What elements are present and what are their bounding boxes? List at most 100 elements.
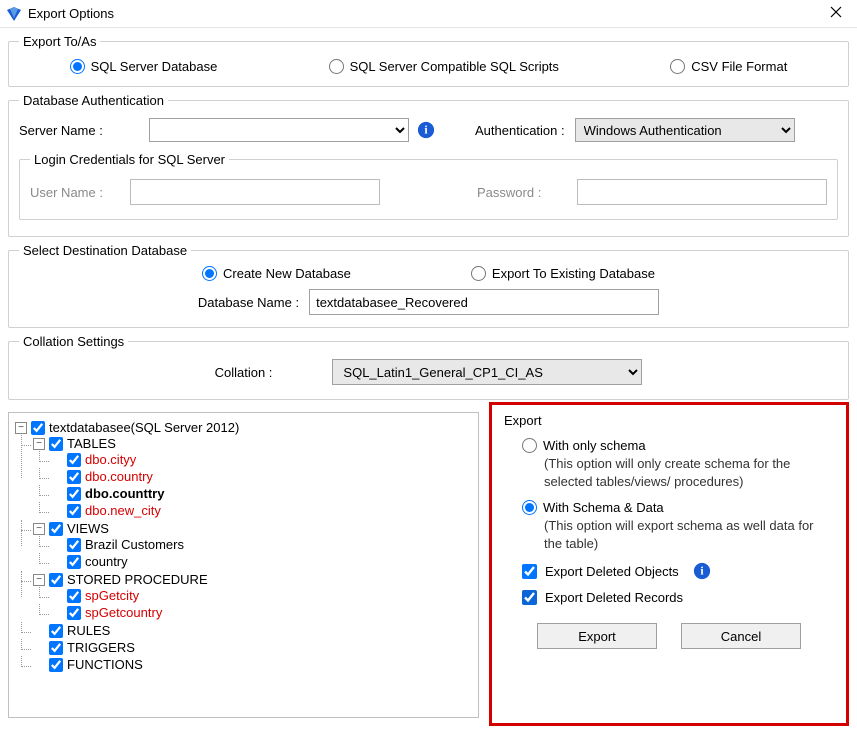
radio-schema-only[interactable]: With only schema [522, 438, 834, 453]
tree-sp-item[interactable]: spGetcity [51, 588, 474, 603]
export-panel: Export With only schema (This option wil… [489, 402, 849, 726]
radio-scripts[interactable]: SQL Server Compatible SQL Scripts [329, 59, 559, 74]
tree-item-checkbox[interactable] [67, 504, 81, 518]
authentication-group: Database Authentication Server Name : i … [8, 93, 849, 237]
radio-sql-server-input[interactable] [70, 59, 85, 74]
radio-create-new-db-label: Create New Database [223, 266, 351, 281]
tree-root-node[interactable]: − textdatabasee(SQL Server 2012) [15, 420, 474, 435]
info-icon[interactable]: i [693, 562, 711, 580]
tree-item-label: dbo.new_city [85, 503, 161, 518]
radio-csv[interactable]: CSV File Format [670, 59, 787, 74]
radio-schema-data-label: With Schema & Data [543, 500, 664, 515]
tree-item-checkbox[interactable] [67, 453, 81, 467]
tree-item-label: spGetcity [85, 588, 139, 603]
database-tree[interactable]: − textdatabasee(SQL Server 2012) − TABLE… [8, 412, 479, 718]
tree-rules-checkbox[interactable] [49, 624, 63, 638]
tree-views-node[interactable]: − VIEWS [33, 521, 474, 536]
tree-sp-checkbox[interactable] [49, 573, 63, 587]
login-credentials-group: Login Credentials for SQL Server User Na… [19, 152, 838, 220]
schema-only-desc: (This option will only create schema for… [544, 455, 834, 490]
radio-csv-input[interactable] [670, 59, 685, 74]
radio-create-new-db-input[interactable] [202, 266, 217, 281]
close-button[interactable] [821, 5, 851, 22]
database-name-label: Database Name : [198, 295, 299, 310]
info-icon[interactable]: i [417, 121, 435, 139]
password-label: Password : [477, 185, 577, 200]
tree-item-checkbox[interactable] [67, 589, 81, 603]
titlebar: Export Options [0, 0, 857, 28]
tree-item-label: dbo.cityy [85, 452, 136, 467]
authentication-combo[interactable]: Windows Authentication [575, 118, 795, 142]
radio-create-new-db[interactable]: Create New Database [202, 266, 351, 281]
tree-item-checkbox[interactable] [67, 555, 81, 569]
radio-scripts-input[interactable] [329, 59, 344, 74]
collapse-icon[interactable]: − [33, 523, 45, 535]
radio-existing-db-input[interactable] [471, 266, 486, 281]
tree-rules-label: RULES [67, 623, 110, 638]
tree-view-item[interactable]: country [51, 554, 474, 569]
collapse-icon[interactable]: − [15, 422, 27, 434]
tree-functions-node[interactable]: FUNCTIONS [33, 657, 474, 672]
tree-functions-checkbox[interactable] [49, 658, 63, 672]
tree-sp-item[interactable]: spGetcountry [51, 605, 474, 620]
radio-schema-data[interactable]: With Schema & Data [522, 500, 834, 515]
radio-scripts-label: SQL Server Compatible SQL Scripts [350, 59, 559, 74]
export-button[interactable]: Export [537, 623, 657, 649]
radio-schema-only-input[interactable] [522, 438, 537, 453]
destination-legend: Select Destination Database [19, 243, 191, 258]
tree-item-checkbox[interactable] [67, 538, 81, 552]
tree-view-item[interactable]: Brazil Customers [51, 537, 474, 552]
radio-schema-data-input[interactable] [522, 500, 537, 515]
username-label: User Name : [30, 185, 130, 200]
tree-rules-node[interactable]: RULES [33, 623, 474, 638]
tree-triggers-node[interactable]: TRIGGERS [33, 640, 474, 655]
tree-triggers-checkbox[interactable] [49, 641, 63, 655]
destination-group: Select Destination Database Create New D… [8, 243, 849, 328]
authentication-label: Authentication : [475, 123, 565, 138]
tree-item-label: spGetcountry [85, 605, 162, 620]
password-input [577, 179, 827, 205]
tree-table-item[interactable]: dbo.counttry [51, 486, 474, 501]
radio-schema-only-label: With only schema [543, 438, 646, 453]
radio-sql-server[interactable]: SQL Server Database [70, 59, 218, 74]
tree-triggers-label: TRIGGERS [67, 640, 135, 655]
tree-item-checkbox[interactable] [67, 606, 81, 620]
collation-combo[interactable]: SQL_Latin1_General_CP1_CI_AS [332, 359, 642, 385]
tree-table-item[interactable]: dbo.new_city [51, 503, 474, 518]
server-name-label: Server Name : [19, 123, 149, 138]
check-deleted-objects[interactable] [522, 564, 537, 579]
check-deleted-records[interactable] [522, 590, 537, 605]
radio-existing-db-label: Export To Existing Database [492, 266, 655, 281]
tree-root-label: textdatabasee(SQL Server 2012) [49, 420, 239, 435]
tree-item-checkbox[interactable] [67, 487, 81, 501]
radio-sql-server-label: SQL Server Database [91, 59, 218, 74]
export-to-legend: Export To/As [19, 34, 100, 49]
check-deleted-objects-row[interactable]: Export Deleted Objects i [522, 562, 834, 580]
database-name-input[interactable] [309, 289, 659, 315]
tree-table-item[interactable]: dbo.country [51, 469, 474, 484]
tree-root-checkbox[interactable] [31, 421, 45, 435]
collapse-icon[interactable]: − [33, 574, 45, 586]
tree-views-label: VIEWS [67, 521, 109, 536]
server-name-combo[interactable] [149, 118, 409, 142]
tree-sp-label: STORED PROCEDURE [67, 572, 208, 587]
tree-table-item[interactable]: dbo.cityy [51, 452, 474, 467]
collation-label: Collation : [215, 365, 273, 380]
authentication-legend: Database Authentication [19, 93, 168, 108]
check-deleted-objects-label: Export Deleted Objects [545, 564, 679, 579]
tree-tables-node[interactable]: − TABLES [33, 436, 474, 451]
collapse-icon[interactable]: − [33, 438, 45, 450]
cancel-button[interactable]: Cancel [681, 623, 801, 649]
app-icon [6, 6, 22, 22]
check-deleted-records-row[interactable]: Export Deleted Records [522, 590, 834, 605]
tree-item-label: country [85, 554, 128, 569]
schema-data-desc: (This option will export schema as well … [544, 517, 834, 552]
tree-item-checkbox[interactable] [67, 470, 81, 484]
tree-sp-node[interactable]: − STORED PROCEDURE [33, 572, 474, 587]
tree-tables-label: TABLES [67, 436, 116, 451]
login-credentials-legend: Login Credentials for SQL Server [30, 152, 229, 167]
tree-views-checkbox[interactable] [49, 522, 63, 536]
collation-legend: Collation Settings [19, 334, 128, 349]
radio-existing-db[interactable]: Export To Existing Database [471, 266, 655, 281]
tree-tables-checkbox[interactable] [49, 437, 63, 451]
